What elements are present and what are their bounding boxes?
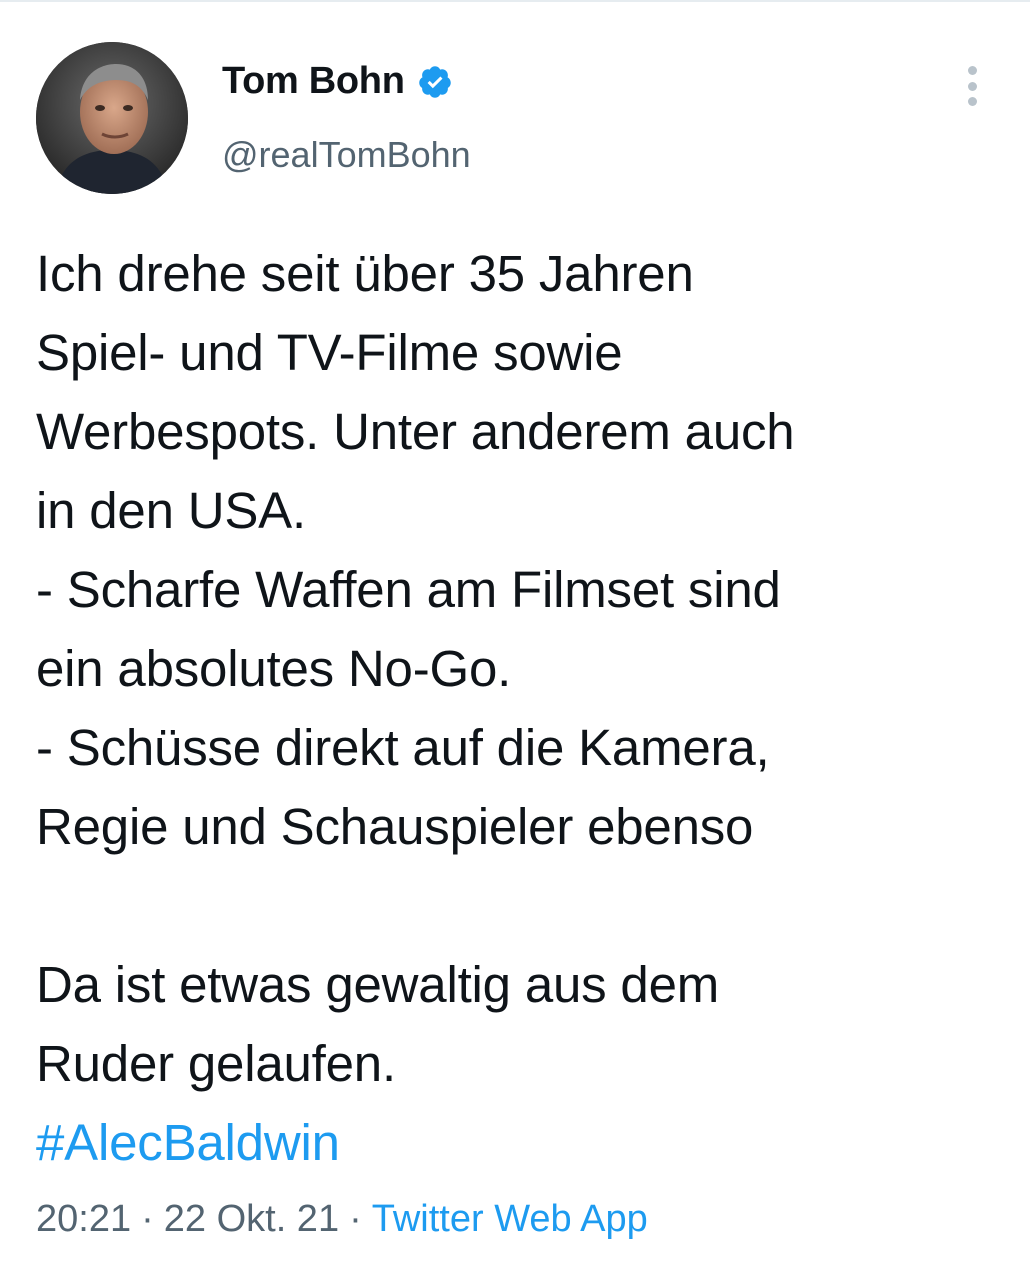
tweet-line: - Schüsse direkt auf die Kamera, [36, 719, 770, 776]
tweet-line: Werbespots. Unter anderem auch [36, 403, 795, 460]
author-handle[interactable]: @realTomBohn [222, 134, 471, 176]
meta-separator: · [349, 1198, 362, 1240]
tweet-line: Ich drehe seit über 35 Jahren [36, 245, 694, 302]
meta-separator: · [141, 1198, 154, 1240]
avatar[interactable] [36, 42, 188, 194]
more-dot [967, 66, 977, 75]
tweet-line: Ruder gelaufen. [36, 1035, 396, 1092]
verified-badge-icon [417, 64, 453, 100]
tweet-metadata: 20:21 · 22 Okt. 21 · Twitter Web App [36, 1198, 648, 1241]
tweet-line: - Scharfe Waffen am Filmset sind [36, 561, 781, 618]
tweet-line: ein absolutes No-Go. [36, 640, 512, 697]
tweet-card: Tom Bohn @realTomBohn Ich drehe seit übe… [0, 0, 1030, 1280]
display-name[interactable]: Tom Bohn [222, 60, 405, 103]
tweet-text: Ich drehe seit über 35 Jahren Spiel- und… [36, 234, 996, 1182]
avatar-photo-icon [36, 42, 188, 194]
author-name-row: Tom Bohn [222, 60, 453, 103]
tweet-line: Regie und Schauspieler ebenso [36, 798, 754, 855]
tweet-line: in den USA. [36, 482, 306, 539]
tweet-source-link[interactable]: Twitter Web App [372, 1198, 648, 1240]
tweet-line: Da ist etwas gewaltig aus dem [36, 956, 720, 1013]
more-dot [967, 81, 977, 91]
more-options-icon[interactable] [952, 64, 992, 108]
tweet-time[interactable]: 20:21 [36, 1198, 131, 1240]
tweet-date[interactable]: 22 Okt. 21 [164, 1198, 339, 1240]
tweet-line: Spiel- und TV-Filme sowie [36, 324, 623, 381]
more-dot [967, 97, 977, 106]
hashtag-link[interactable]: #AlecBaldwin [36, 1103, 996, 1182]
